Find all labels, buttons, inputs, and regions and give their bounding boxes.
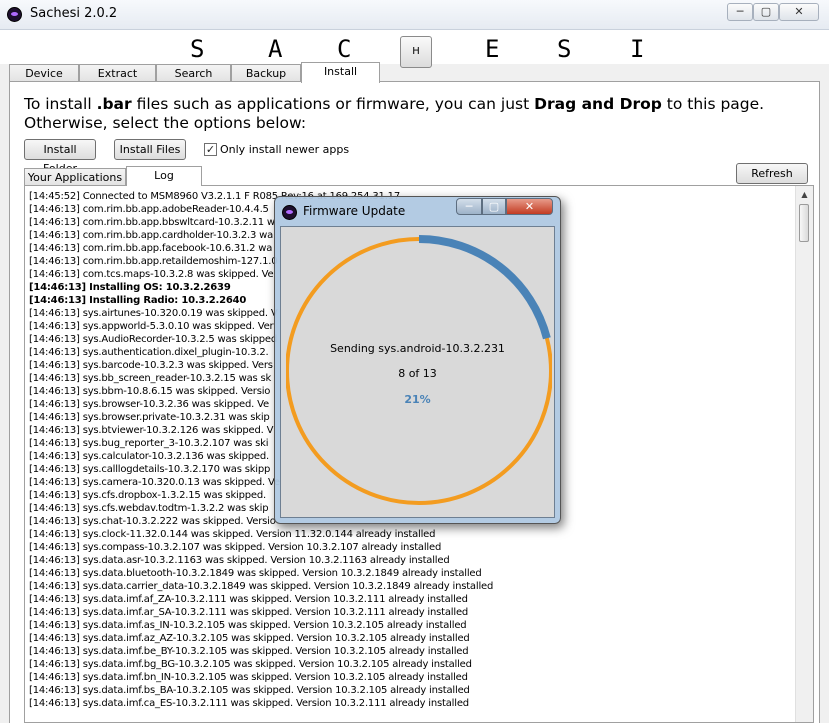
banner-letter: E <box>485 35 500 63</box>
instructions-text: files such as applications or firmware, … <box>131 95 535 113</box>
sending-file-text: Sending sys.android-10.3.2.231 <box>330 342 505 355</box>
close-button[interactable]: ✕ <box>779 3 819 21</box>
log-line: [14:46:13] sys.data.imf.bs_BA-10.3.2.105… <box>29 685 470 696</box>
scroll-up-arrow-icon[interactable]: ▲ <box>796 186 813 203</box>
window-title: Sachesi 2.0.2 <box>30 6 118 21</box>
scroll-thumb[interactable] <box>799 204 809 242</box>
dialog-maximize-button[interactable]: ▢ <box>482 198 506 215</box>
log-line: [14:46:13] sys.data.imf.ca_ES-10.3.2.111… <box>29 698 469 709</box>
log-line: [14:46:13] sys.data.carrier_data-10.3.2.… <box>29 581 494 592</box>
sachesi-app-icon <box>7 7 22 22</box>
log-line: [14:46:13] sys.data.imf.az_AZ-10.3.2.105… <box>29 633 470 644</box>
banner-letter: S <box>557 35 572 63</box>
banner-letter: I <box>630 35 645 63</box>
tab-device[interactable]: Device <box>9 64 79 82</box>
tab-backup[interactable]: Backup <box>231 64 301 82</box>
progress-percent-text: 21% <box>404 393 431 406</box>
file-count-text: 8 of 13 <box>398 367 437 380</box>
firmware-update-dialog: Firmware Update ─ ▢ ✕ Sending sys.androi… <box>274 196 561 524</box>
tab-extract[interactable]: Extract <box>79 64 156 82</box>
install-files-button[interactable]: Install Files <box>114 139 186 160</box>
main-tab-bar: Device Extract Search Backup Install <box>0 62 829 83</box>
banner-letter: A <box>268 35 283 63</box>
subtab-log[interactable]: Log <box>126 166 202 186</box>
dialog-minimize-button[interactable]: ─ <box>456 198 482 215</box>
log-line: [14:46:13] sys.data.imf.be_BY-10.3.2.105… <box>29 646 469 657</box>
log-line: [14:46:13] sys.data.imf.as_IN-10.3.2.105… <box>29 620 467 631</box>
title-bar[interactable]: Sachesi 2.0.2 ─ ▢ ✕ <box>0 0 829 30</box>
install-instructions: To install .bar files such as applicatio… <box>24 95 814 133</box>
banner-letter: C <box>337 35 352 63</box>
dialog-body: Sending sys.android-10.3.2.231 8 of 13 2… <box>280 226 555 518</box>
maximize-button[interactable]: ▢ <box>753 3 779 21</box>
log-line: [14:46:13] sys.data.asr-10.3.2.1163 was … <box>29 555 450 566</box>
log-line: [14:46:13] sys.data.imf.ar_SA-10.3.2.111… <box>29 607 469 618</box>
instructions-drag-drop: Drag and Drop <box>534 95 662 113</box>
subtab-your-applications[interactable]: Your Applications <box>24 168 126 186</box>
log-line: [14:46:13] sys.data.imf.bn_IN-10.3.2.105… <box>29 672 468 683</box>
instructions-text: To install <box>24 95 97 113</box>
log-line: [14:46:13] sys.clock-11.32.0.144 was ski… <box>29 529 436 540</box>
log-scrollbar[interactable]: ▲ <box>795 186 813 722</box>
tab-search[interactable]: Search <box>156 64 231 82</box>
only-newer-checkbox[interactable]: ✓ <box>204 143 217 156</box>
install-folder-button[interactable]: Install Folder <box>24 139 96 175</box>
log-line: [14:46:13] sys.compass-10.3.2.107 was sk… <box>29 542 442 553</box>
log-line: [14:46:13] sys.data.imf.af_ZA-10.3.2.111… <box>29 594 468 605</box>
dialog-title: Firmware Update <box>303 204 406 218</box>
tab-install[interactable]: Install <box>301 62 380 83</box>
dialog-app-icon <box>282 205 297 220</box>
refresh-button[interactable]: Refresh <box>736 163 808 184</box>
banner-letter: S <box>190 35 205 63</box>
minimize-button[interactable]: ─ <box>727 3 753 21</box>
sachesi-window: Sachesi 2.0.2 ─ ▢ ✕ S A C E S I H Device… <box>0 0 829 723</box>
dialog-close-button[interactable]: ✕ <box>506 198 553 215</box>
only-newer-label: Only install newer apps <box>220 143 350 156</box>
log-line: [14:46:13] sys.data.imf.bg_BG-10.3.2.105… <box>29 659 472 670</box>
instructions-bar-ext: .bar <box>96 95 132 113</box>
log-line: [14:46:13] sys.data.bluetooth-10.3.2.184… <box>29 568 482 579</box>
